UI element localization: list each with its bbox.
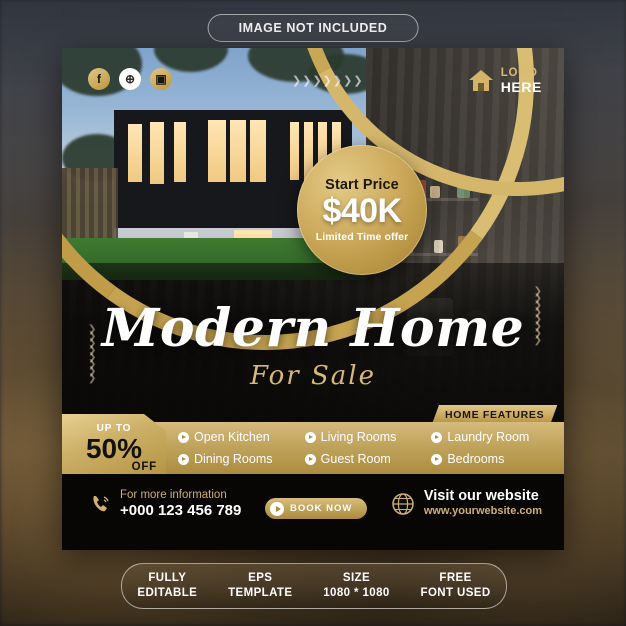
features-column: Open Kitchen Dining Rooms bbox=[178, 426, 305, 470]
instagram-glyph: ▣ bbox=[155, 72, 167, 86]
feature-item: Laundry Room bbox=[431, 426, 558, 448]
discount-off: OFF bbox=[131, 460, 157, 473]
feature-label: Living Rooms bbox=[320, 430, 397, 444]
footer-item: EPS TEMPLATE bbox=[228, 571, 292, 601]
website-label: Visit our website bbox=[423, 488, 539, 504]
image-not-included-label: IMAGE NOT INCLUDED bbox=[238, 21, 388, 35]
discount-up-to: UP TO bbox=[96, 422, 132, 434]
poster-canvas: IMAGE NOT INCLUDED f ⊕ ▣ ❯ ❯ ❯ ❯ ❯ ❯ ❯ ❯… bbox=[0, 0, 626, 626]
logo-line-2: HERE bbox=[500, 78, 542, 95]
headline-title: Modern Home bbox=[101, 298, 525, 359]
phone-label: For more information bbox=[120, 489, 227, 501]
globe-icon[interactable]: ⊕ bbox=[119, 68, 141, 90]
price-badge-note: Limited Time offer bbox=[315, 230, 409, 243]
price-badge-label: Start Price bbox=[325, 177, 399, 194]
instagram-icon[interactable]: ▣ bbox=[150, 68, 172, 90]
bullet-arrow-icon bbox=[431, 431, 443, 443]
globe-icon bbox=[392, 492, 414, 515]
logo: LOGO HERE bbox=[468, 67, 542, 95]
logo-line-1: LOGO bbox=[500, 67, 538, 79]
footer-item-bottom: FONT USED bbox=[420, 587, 491, 599]
feature-item: Guest Room bbox=[304, 448, 432, 470]
headline-block: Modern Home For Sale bbox=[62, 298, 564, 392]
bullet-arrow-icon bbox=[304, 431, 316, 443]
arrow-right-circle-icon bbox=[270, 501, 284, 516]
discount-percent: 50% bbox=[85, 432, 143, 464]
social-icons[interactable]: f ⊕ ▣ bbox=[88, 68, 172, 90]
feature-label: Laundry Room bbox=[447, 430, 530, 444]
book-now-button[interactable]: BOOK NOW bbox=[265, 498, 367, 519]
contact-bar: For more information +000 123 456 789 BO… bbox=[62, 474, 564, 550]
footer-item-top: FREE bbox=[439, 572, 472, 585]
house-icon bbox=[468, 69, 493, 91]
feature-label: Dining Rooms bbox=[194, 452, 273, 466]
footer-item-top: SIZE bbox=[342, 572, 371, 585]
footer-item-bottom: TEMPLATE bbox=[228, 587, 293, 599]
bullet-arrow-icon bbox=[178, 453, 189, 465]
footer-item-bottom: 1080 * 1080 bbox=[323, 587, 390, 599]
footer-item: SIZE 1080 * 1080 bbox=[323, 571, 389, 601]
facebook-glyph: f bbox=[97, 72, 101, 86]
poster-card: f ⊕ ▣ ❯❯❯❯❯❯❯ ❯❯❯❯❯❯❯ ❯❯❯❯❯❯❯❯ ❯❯❯❯❯❯❯❯ bbox=[62, 48, 564, 550]
book-now-label: BOOK NOW bbox=[290, 503, 353, 514]
feature-item: Dining Rooms bbox=[178, 448, 305, 470]
bullet-arrow-icon bbox=[304, 453, 316, 465]
footer-item: FREE FONT USED bbox=[421, 571, 491, 601]
chevron-decoration-top: ❯ ❯ ❯ ❯ ❯ ❯ ❯ bbox=[292, 75, 363, 87]
headline-subtitle: For Sale bbox=[250, 361, 376, 391]
price-badge: Start Price $40K Limited Time offer bbox=[297, 145, 427, 275]
discount-badge: UP TO 50% OFF bbox=[62, 414, 166, 482]
website-block[interactable]: Visit our website www.yourwebsite.com bbox=[391, 488, 542, 519]
footer-item-top: EPS bbox=[248, 572, 273, 585]
footer-item-top: FULLY bbox=[148, 572, 187, 585]
facebook-icon[interactable]: f bbox=[88, 68, 110, 90]
phone-icon bbox=[93, 496, 109, 512]
feature-item: Bedrooms bbox=[431, 448, 558, 470]
website-url: www.yourwebsite.com bbox=[423, 505, 542, 518]
phone-block: For more information +000 123 456 789 bbox=[90, 488, 241, 520]
footer-item: FULLY EDITABLE bbox=[137, 571, 197, 601]
bullet-arrow-icon bbox=[431, 453, 443, 465]
phone-number: +000 123 456 789 bbox=[120, 502, 242, 520]
feature-label: Bedrooms bbox=[447, 452, 505, 466]
footer-info-pill: FULLY EDITABLE EPS TEMPLATE SIZE 1080 * … bbox=[121, 563, 507, 609]
features-columns: Open Kitchen Dining Rooms Living Rooms G… bbox=[178, 426, 558, 470]
home-features-label: HOME FEATURES bbox=[445, 408, 545, 421]
price-badge-amount: $40K bbox=[322, 192, 402, 231]
footer-item-bottom: EDITABLE bbox=[137, 587, 198, 599]
feature-label: Guest Room bbox=[320, 452, 391, 466]
features-column: Laundry Room Bedrooms bbox=[431, 426, 558, 470]
globe-glyph: ⊕ bbox=[124, 72, 136, 86]
features-column: Living Rooms Guest Room bbox=[304, 426, 432, 470]
bullet-arrow-icon bbox=[178, 431, 189, 443]
feature-item: Open Kitchen bbox=[178, 426, 305, 448]
image-not-included-pill: IMAGE NOT INCLUDED bbox=[207, 14, 419, 42]
feature-label: Open Kitchen bbox=[194, 430, 270, 444]
feature-item: Living Rooms bbox=[304, 426, 432, 448]
